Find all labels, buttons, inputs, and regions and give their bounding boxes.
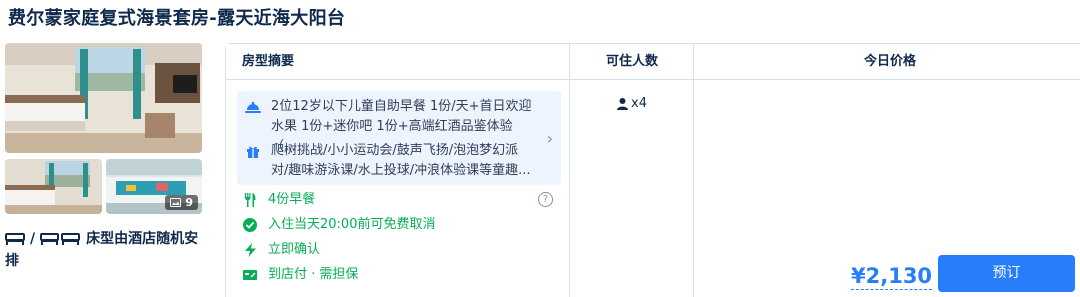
- policy-text: 立即确认: [268, 242, 321, 257]
- book-button[interactable]: 预订: [938, 255, 1075, 292]
- room-price[interactable]: ¥2,130: [851, 263, 933, 290]
- header-room-summary: 房型摘要: [242, 54, 295, 69]
- bed-type-icons: /: [5, 228, 81, 250]
- single-bed-icon: [5, 233, 25, 245]
- policy-pay-at-hotel: 到店付 · 需担保: [242, 266, 562, 284]
- twin-bed-icon: [40, 233, 81, 245]
- room-photo-main[interactable]: [5, 43, 202, 153]
- policy-instant-confirm: 立即确认: [242, 241, 562, 259]
- policy-free-cancel: 入住当天20:00前可免费取消: [242, 216, 562, 234]
- rate-table: 房型摘要 可住人数 今日价格 2位12岁以下儿童自助早餐 1份/天+首日欢迎水果…: [225, 43, 1080, 297]
- package-benefits[interactable]: 2位12岁以下儿童自助早餐 1份/天+首日欢迎水果 1份+迷你吧 1份+高端红酒…: [237, 91, 561, 185]
- lightning-icon: [242, 242, 258, 258]
- policy-text: 到店付 · 需担保: [268, 267, 359, 282]
- policy-text: 4份早餐: [268, 192, 316, 207]
- pay-at-hotel-icon: [242, 267, 258, 283]
- policy-text: 入住当天20:00前可免费取消: [268, 217, 436, 232]
- image-icon: [170, 198, 182, 207]
- header-today-price: 今日价格: [863, 54, 916, 69]
- column-divider: [569, 44, 570, 297]
- header-occupancy: 可住人数: [605, 54, 658, 69]
- benefit-text: 爬树挑战/小小运动会/鼓声飞扬/泡泡梦幻派对/趣味游泳课/水上投球/冲浪体验课等…: [271, 143, 531, 178]
- dining-dome-icon: [245, 101, 261, 113]
- photo-count: 9: [185, 196, 193, 209]
- check-circle-icon: [242, 217, 258, 233]
- chevron-right-icon[interactable]: ›: [547, 129, 553, 148]
- fork-knife-icon: [242, 192, 258, 208]
- gift-icon: [247, 146, 259, 158]
- room-photo-thumb[interactable]: [5, 159, 102, 214]
- bed-separator: /: [30, 231, 36, 247]
- room-photo-thumb[interactable]: 9: [106, 159, 202, 214]
- room-title: 费尔蒙家庭复式海景套房-露天近海大阳台: [8, 8, 346, 29]
- occupancy: x4: [570, 96, 694, 111]
- rate-table-header: 房型摘要 可住人数 今日价格: [226, 44, 1080, 80]
- bed-info: / 床型由酒店随机安排: [5, 228, 205, 272]
- policy-breakfast: 4份早餐: [242, 191, 562, 209]
- benefit-item: 爬树挑战/小小运动会/鼓声飞扬/泡泡梦幻派对/趣味游泳课/水上投球/冲浪体验课等…: [245, 141, 535, 181]
- column-divider: [693, 44, 694, 297]
- photo-count-badge: 9: [165, 195, 198, 210]
- occupancy-count: x4: [631, 96, 647, 111]
- person-icon: [617, 97, 629, 110]
- help-icon[interactable]: ?: [538, 192, 553, 207]
